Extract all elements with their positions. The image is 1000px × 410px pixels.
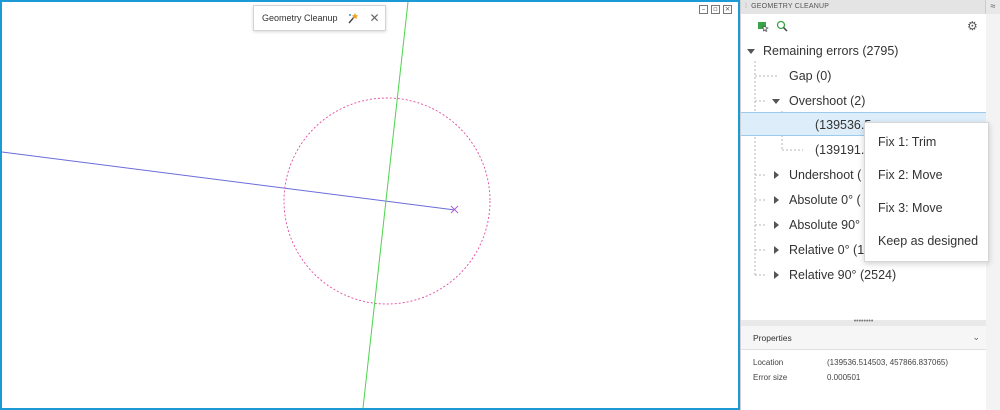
tree-node-remaining-errors[interactable]: Remaining errors (2795) — [741, 39, 986, 63]
menu-item-fix-move-1[interactable]: Fix 2: Move — [878, 168, 943, 182]
menu-item-fix-move-2[interactable]: Fix 3: Move — [878, 201, 943, 215]
green-line-segment — [362, 2, 409, 408]
minimize-icon[interactable]: – — [699, 5, 708, 14]
collapse-icon[interactable]: ≈ — [985, 0, 1000, 14]
restore-icon[interactable]: ▫ — [711, 5, 720, 14]
property-name-error-size: Error size — [753, 373, 788, 382]
tree-node-label: Relative 0° (1 — [789, 243, 865, 257]
tree-node-label: Absolute 0° ( — [789, 193, 861, 207]
expand-toggle-icon[interactable] — [774, 171, 779, 179]
chevron-down-icon[interactable]: ⌄ — [972, 326, 980, 350]
drawing-canvas[interactable] — [2, 2, 738, 408]
expand-toggle-icon[interactable] — [774, 196, 779, 204]
menu-item-keep-as-designed[interactable]: Keep as designed — [878, 234, 978, 248]
tree-node-label: Overshoot (2) — [789, 94, 866, 108]
viewport-window-controls: – ▫ × — [699, 5, 732, 14]
expand-toggle-icon[interactable] — [772, 99, 780, 104]
expand-toggle-icon[interactable] — [747, 49, 755, 54]
toolbar-title: Geometry Cleanup — [262, 13, 338, 23]
blue-line-segment — [2, 151, 456, 211]
expand-toggle-icon[interactable] — [774, 271, 779, 279]
properties-header[interactable]: Properties ⌄ — [741, 326, 986, 350]
menu-item-fix-trim[interactable]: Fix 1: Trim — [878, 135, 936, 149]
panel-title: GEOMETRY CLEANUP — [751, 3, 830, 10]
tree-node-label: (139536.5 — [815, 118, 872, 132]
close-icon[interactable]: × — [723, 5, 732, 14]
panel-title-bar: ⁞ GEOMETRY CLEANUP — [741, 0, 986, 14]
properties-section: Properties ⌄ Location (139536.514503, 45… — [741, 326, 986, 410]
tree-node-relative-90[interactable]: Relative 90° (2524) — [741, 263, 986, 287]
magic-wand-icon[interactable] — [347, 12, 359, 24]
fix-context-menu: Fix 1: Trim Fix 2: Move Fix 3: Move Keep… — [864, 122, 989, 262]
tree-node-overshoot[interactable]: Overshoot (2) — [741, 89, 986, 113]
geometry-cleanup-toolbar: Geometry Cleanup ✕ — [253, 5, 386, 31]
tree-node-label: Gap (0) — [789, 69, 832, 83]
property-value-location: (139536.514503, 457866.837065) — [827, 358, 948, 367]
tree-node-label: Remaining errors (2795) — [763, 44, 899, 58]
close-icon[interactable]: ✕ — [370, 11, 380, 25]
tree-node-label: Undershoot ( — [789, 168, 862, 182]
tree-node-label: (139191.0 — [815, 143, 872, 157]
property-value-error-size: 0.000501 — [827, 373, 861, 382]
expand-toggle-icon[interactable] — [774, 221, 779, 229]
tree-node-gap[interactable]: Gap (0) — [741, 64, 986, 88]
expand-toggle-icon[interactable] — [774, 246, 779, 254]
drag-handle-icon[interactable]: ⁞ — [745, 3, 747, 10]
drawing-viewport[interactable]: – ▫ × Geometry Cleanup ✕ — [0, 0, 740, 410]
property-name-location: Location — [753, 358, 784, 367]
tree-node-label: Relative 90° (2524) — [789, 268, 897, 282]
tree-node-label: Absolute 90° ( — [789, 218, 868, 232]
properties-title: Properties — [753, 333, 792, 343]
